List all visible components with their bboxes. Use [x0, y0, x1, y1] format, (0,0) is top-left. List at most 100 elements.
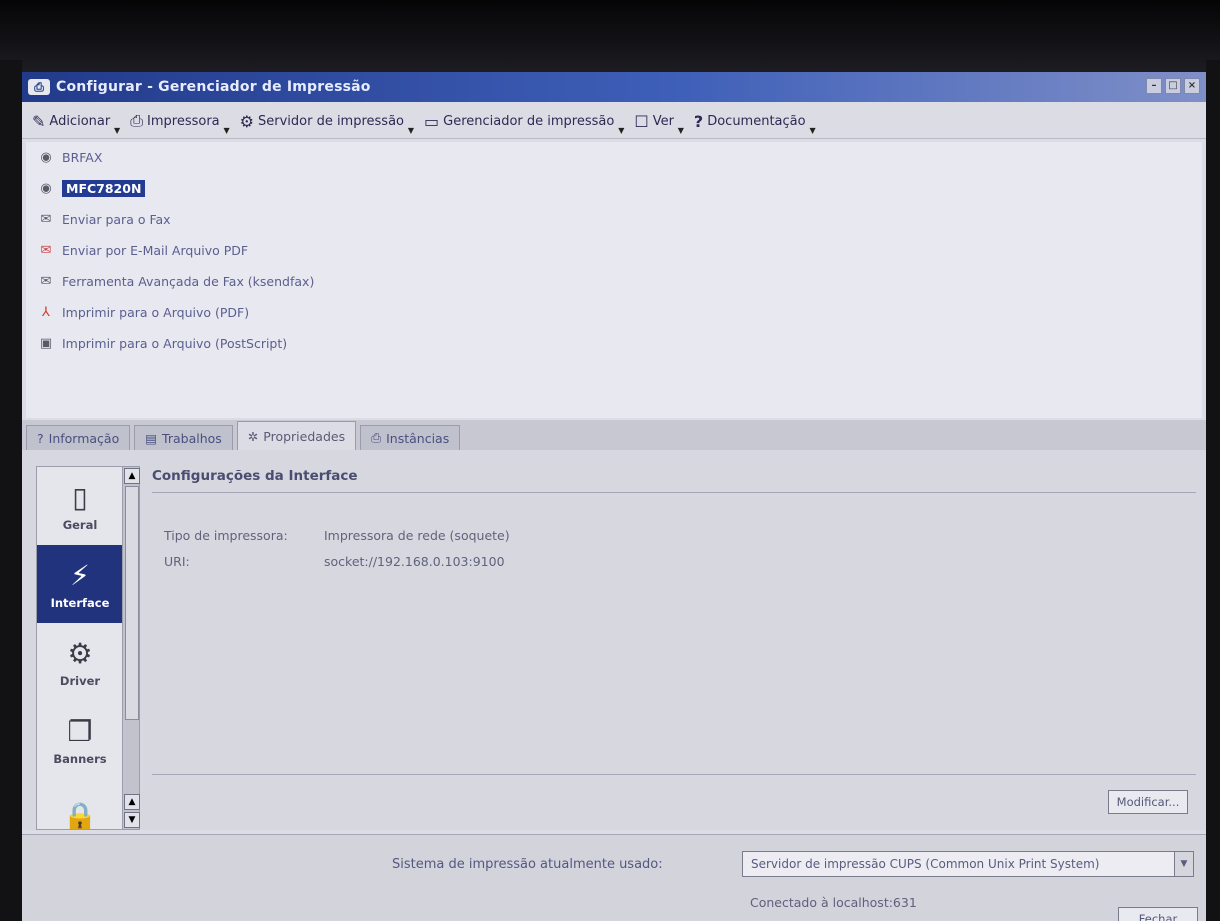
- chevron-down-icon[interactable]: ▼: [1174, 852, 1193, 876]
- instances-icon: ⎙: [371, 430, 382, 445]
- printer-item-print-pdf[interactable]: ⅄ Imprimir para o Arquivo (PDF): [26, 297, 1202, 328]
- printer-item-mfc7820n[interactable]: ◉ MFC7820N: [26, 173, 1202, 204]
- close-button[interactable]: Fechar: [1118, 907, 1198, 921]
- tab-properties[interactable]: ✲ Propriedades: [236, 421, 357, 450]
- dropdown-arrow-icon: ▼: [809, 125, 816, 135]
- dropdown-arrow-icon: ▼: [618, 125, 625, 135]
- tab-label: Trabalhos: [162, 430, 222, 446]
- server-icon: ⚙: [239, 111, 254, 131]
- printer-icon: ⎙: [130, 111, 144, 130]
- monitor-bezel-top: [0, 0, 1220, 72]
- sidebar-item-general[interactable]: ▯ Geral: [37, 467, 123, 545]
- sidebar-item-label: Geral: [62, 517, 98, 532]
- printer-label: BRFAX: [62, 150, 103, 165]
- window-icon: ▭: [424, 111, 440, 131]
- fax-icon: ✉: [40, 212, 52, 227]
- interface-info: Tipo de impressora: Impressora de rede (…: [164, 522, 510, 574]
- pdf-icon: ⅄: [42, 305, 50, 320]
- info-row-uri: URI: socket://192.168.0.103:9100: [164, 548, 510, 574]
- toolbar-view-label: Ver: [652, 113, 674, 129]
- properties-content: ▯ Geral ⚡ Interface ⚙ Driver ❐ Banners 🔒…: [22, 450, 1206, 830]
- sidebar-item-label: Banners: [53, 751, 107, 766]
- printer-icon: ◉: [40, 181, 52, 196]
- field-value: Impressora de rede (soquete): [324, 527, 510, 543]
- minimize-button[interactable]: –: [1146, 78, 1162, 94]
- jobs-icon: ▤: [145, 430, 158, 446]
- gear-icon: ⚙: [67, 636, 93, 670]
- scroll-up-button[interactable]: ▲: [124, 468, 140, 484]
- app-icon: ⎙: [28, 79, 50, 95]
- printer-item-print-postscript[interactable]: ▣ Imprimir para o Arquivo (PostScript): [26, 328, 1202, 359]
- monitor-bezel-right: [1206, 60, 1220, 921]
- tab-label: Informação: [48, 430, 120, 446]
- field-key: URI:: [164, 553, 190, 569]
- sidebar-item-label: Interface: [50, 595, 110, 610]
- print-system-select[interactable]: Servidor de impressão CUPS (Common Unix …: [742, 851, 1194, 877]
- panel-title: Configurações da Interface: [152, 468, 358, 484]
- printer-label: Imprimir para o Arquivo (PDF): [62, 305, 250, 320]
- dropdown-arrow-icon: ▼: [677, 125, 684, 135]
- printer-item-brfax[interactable]: ◉ BRFAX: [26, 142, 1202, 173]
- floppy-icon: ▣: [39, 336, 53, 351]
- printer-label: Imprimir para o Arquivo (PostScript): [62, 336, 288, 351]
- properties-icon: ✲: [247, 428, 259, 444]
- tab-information[interactable]: ? Informação: [26, 425, 131, 450]
- toolbar-add-button[interactable]: ✎ Adicionar ▼: [32, 111, 120, 135]
- connection-status: Conectado à localhost:631: [750, 895, 917, 910]
- toolbar-printer-label: Impressora: [147, 113, 220, 129]
- sidebar-item-driver[interactable]: ⚙ Driver: [37, 623, 123, 701]
- field-key: Tipo de impressora:: [164, 527, 288, 543]
- toolbar-manager-button[interactable]: ▭ Gerenciador de impressão ▼: [424, 111, 624, 135]
- print-manager-window: ⎙ Configurar - Gerenciador de Impressão …: [22, 72, 1206, 921]
- book-icon: ▯: [72, 480, 88, 514]
- printer-label: MFC7820N: [62, 180, 146, 197]
- view-icon: ☐: [634, 111, 649, 131]
- modify-button[interactable]: Modificar...: [1108, 790, 1188, 814]
- printer-item-email-pdf[interactable]: ✉ Enviar por E-Mail Arquivo PDF: [26, 235, 1202, 266]
- lock-icon: 🔒: [62, 799, 98, 830]
- print-system-label: Sistema de impressão atualmente usado:: [392, 857, 663, 872]
- toolbar-docs-button[interactable]: ? Documentação ▼: [694, 112, 816, 135]
- tab-instances[interactable]: ⎙ Instâncias: [360, 425, 461, 450]
- window-title: Configurar - Gerenciador de Impressão: [56, 79, 371, 95]
- printer-label: Enviar para o Fax: [62, 212, 171, 227]
- toolbar-docs-label: Documentação: [707, 113, 806, 129]
- tab-jobs[interactable]: ▤ Trabalhos: [134, 425, 233, 450]
- printer-label: Ferramenta Avançada de Fax (ksendfax): [62, 274, 315, 289]
- printer-item-ksendfax[interactable]: ✉ Ferramenta Avançada de Fax (ksendfax): [26, 266, 1202, 297]
- fax-tool-icon: ✉: [40, 274, 52, 289]
- pages-icon: ❐: [67, 714, 93, 748]
- toolbar-manager-label: Gerenciador de impressão: [443, 113, 615, 129]
- status-area: Sistema de impressão atualmente usado: S…: [22, 834, 1206, 921]
- printer-item-send-fax[interactable]: ✉ Enviar para o Fax: [26, 204, 1202, 235]
- divider: [152, 774, 1196, 775]
- close-window-button[interactable]: ×: [1184, 78, 1200, 94]
- monitor-bezel-left: [0, 60, 22, 921]
- toolbar-printer-button[interactable]: ⎙ Impressora ▼: [130, 111, 229, 135]
- toolbar-server-label: Servidor de impressão: [257, 113, 404, 129]
- sidebar-item-interface[interactable]: ⚡ Interface: [37, 545, 123, 623]
- window-titlebar[interactable]: ⎙ Configurar - Gerenciador de Impressão …: [22, 72, 1206, 102]
- toolbar-view-button[interactable]: ☐ Ver ▼: [634, 111, 684, 135]
- tab-label: Propriedades: [263, 428, 346, 444]
- divider: [152, 492, 1196, 493]
- field-value: socket://192.168.0.103:9100: [324, 553, 505, 569]
- wand-icon: ✎: [32, 111, 46, 131]
- scroll-thumb[interactable]: [125, 486, 139, 720]
- scroll-down-button-2[interactable]: ▼: [124, 812, 140, 828]
- window-controls: – □ ×: [1146, 78, 1200, 94]
- tab-bar: ? Informação ▤ Trabalhos ✲ Propriedades …: [22, 420, 1206, 450]
- toolbar-add-label: Adicionar: [49, 113, 111, 129]
- plug-icon: ⚡: [70, 558, 90, 592]
- sidebar-item-security[interactable]: 🔒: [37, 779, 123, 830]
- toolbar-server-button[interactable]: ⚙ Servidor de impressão ▼: [239, 111, 414, 135]
- tab-label: Instâncias: [386, 430, 450, 446]
- printer-icon: ◉: [40, 150, 52, 165]
- main-toolbar: ✎ Adicionar ▼ ⎙ Impressora ▼ ⚙ Servidor …: [22, 104, 1206, 139]
- email-pdf-icon: ✉: [40, 243, 52, 258]
- sidebar-item-banners[interactable]: ❐ Banners: [37, 701, 123, 779]
- info-icon: ?: [37, 430, 44, 446]
- scroll-down-button[interactable]: ▲: [124, 794, 140, 810]
- sidebar-scrollbar[interactable]: ▲ ▲ ▼: [122, 466, 140, 830]
- maximize-button[interactable]: □: [1165, 78, 1181, 94]
